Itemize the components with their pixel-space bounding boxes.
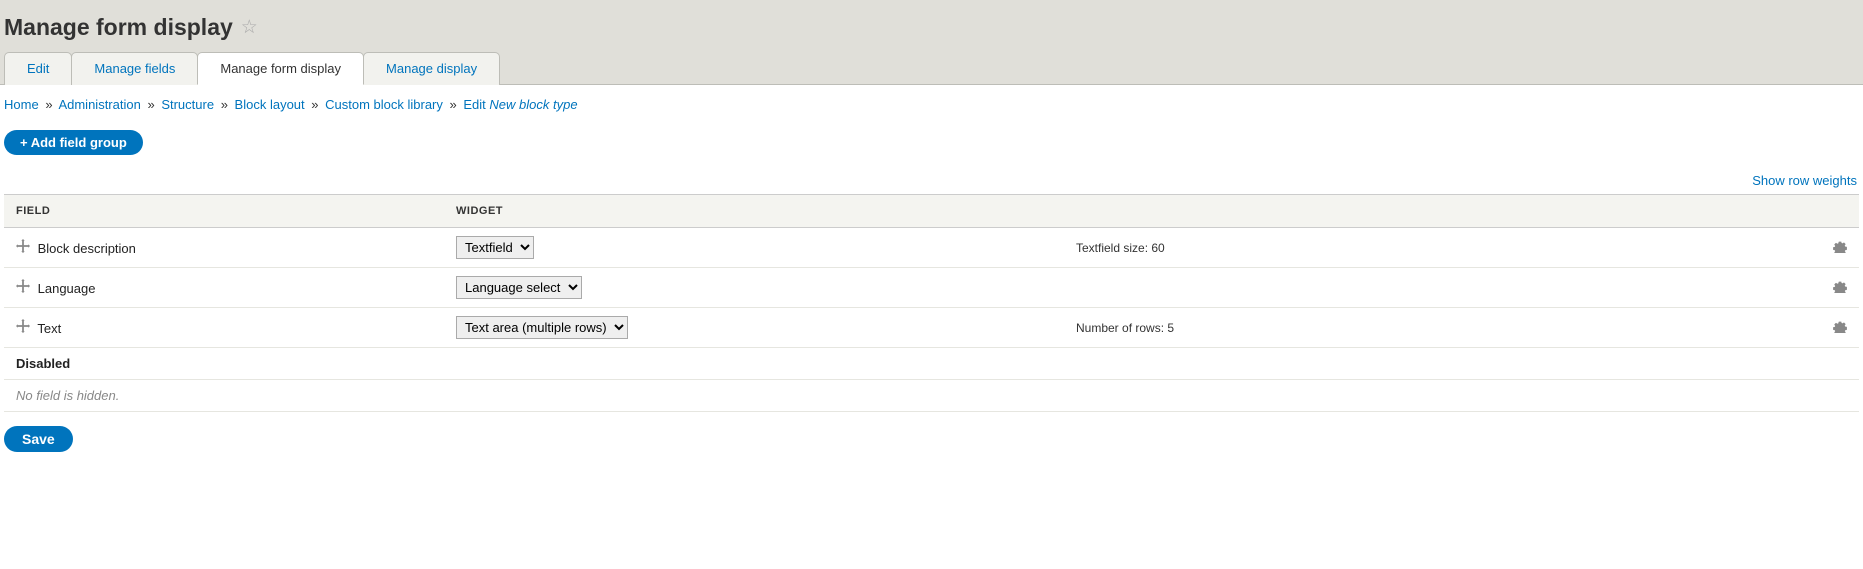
add-field-group-button[interactable]: + Add field group <box>4 130 143 155</box>
drag-handle-icon[interactable] <box>16 239 34 257</box>
table-row: Language Language select <box>4 268 1859 308</box>
breadcrumb: Home » Administration » Structure » Bloc… <box>4 85 1859 120</box>
gear-icon[interactable] <box>1833 241 1847 256</box>
show-row-weights-link[interactable]: Show row weights <box>1752 173 1857 188</box>
form-display-table: FIELD WIDGET Block description Textfield… <box>4 194 1859 412</box>
field-label: Text <box>37 321 61 336</box>
drag-handle-icon[interactable] <box>16 319 34 337</box>
favorite-star-icon[interactable]: ☆ <box>241 18 258 37</box>
field-label: Block description <box>38 241 136 256</box>
breadcrumb-structure[interactable]: Structure <box>161 97 214 112</box>
widget-summary: Textfield size: 60 <box>1064 228 1819 268</box>
widget-select[interactable]: Language select <box>456 276 582 299</box>
page-title: Manage form display <box>4 14 233 41</box>
save-button[interactable]: Save <box>4 426 73 452</box>
column-header-field: FIELD <box>4 195 444 228</box>
region-disabled-header: Disabled <box>4 348 1859 380</box>
widget-select[interactable]: Text area (multiple rows) <box>456 316 628 339</box>
field-label: Language <box>38 281 96 296</box>
breadcrumb-edit-type: New block type <box>489 97 577 112</box>
column-header-widget: WIDGET <box>444 195 1859 228</box>
table-row: Block description Textfield Textfield si… <box>4 228 1859 268</box>
drag-handle-icon[interactable] <box>16 279 34 297</box>
gear-icon[interactable] <box>1833 321 1847 336</box>
tab-edit[interactable]: Edit <box>4 52 72 85</box>
region-disabled-empty: No field is hidden. <box>4 380 1859 412</box>
tab-manage-display[interactable]: Manage display <box>363 52 500 85</box>
tab-manage-fields[interactable]: Manage fields <box>71 52 198 85</box>
breadcrumb-administration[interactable]: Administration <box>58 97 140 112</box>
breadcrumb-home[interactable]: Home <box>4 97 39 112</box>
tab-manage-form-display[interactable]: Manage form display <box>197 52 364 85</box>
widget-summary: Number of rows: 5 <box>1064 308 1819 348</box>
gear-icon[interactable] <box>1833 281 1847 296</box>
breadcrumb-edit-prefix: Edit <box>463 97 485 112</box>
region-disabled-empty-text: No field is hidden. <box>4 380 1859 412</box>
region-disabled-label: Disabled <box>4 348 1859 380</box>
table-row: Text Text area (multiple rows) Number of… <box>4 308 1859 348</box>
primary-tabs: Edit Manage fields Manage form display M… <box>0 52 1863 85</box>
breadcrumb-custom-block-library[interactable]: Custom block library <box>325 97 443 112</box>
breadcrumb-block-layout[interactable]: Block layout <box>235 97 305 112</box>
widget-summary <box>1064 268 1819 308</box>
widget-select[interactable]: Textfield <box>456 236 534 259</box>
breadcrumb-edit-link[interactable]: Edit New block type <box>463 97 577 112</box>
